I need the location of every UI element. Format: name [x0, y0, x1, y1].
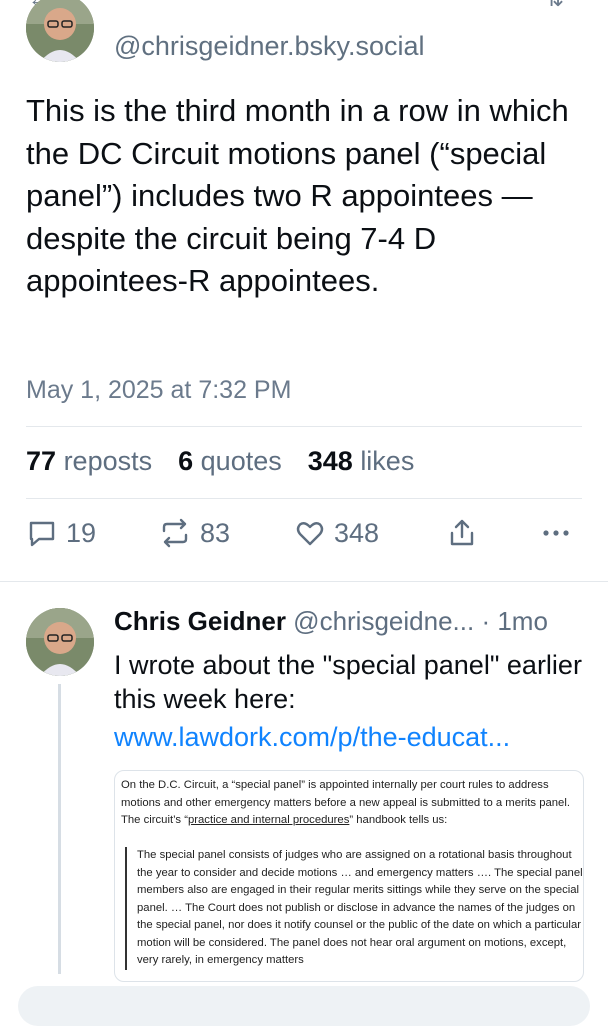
repost-icon	[162, 518, 188, 548]
thread-line	[58, 684, 61, 974]
reply-composer-bar[interactable]	[18, 986, 590, 1026]
avatar-photo-icon	[26, 608, 94, 676]
divider	[26, 426, 582, 427]
likes-label: likes	[360, 446, 415, 476]
reply-header: Chris Geidner @chrisgeidne... · 1mo	[114, 606, 548, 637]
reposts-stat[interactable]: 77 reposts	[26, 446, 152, 477]
quotes-label: quotes	[200, 446, 282, 476]
post-body-text: This is the third month in a row in whic…	[26, 93, 569, 298]
share-icon	[450, 519, 474, 546]
embed-blockquote: The special panel consists of judges who…	[125, 847, 583, 970]
section-separator	[0, 581, 608, 582]
post-actions-bar: 19 83 348	[26, 517, 582, 561]
reply-author-handle[interactable]: @chrisgeidne...	[293, 606, 474, 636]
repost-button[interactable]: 83	[158, 517, 230, 549]
share-button[interactable]	[446, 517, 478, 549]
post-author-handle[interactable]: @chrisgeidner.bsky.social	[114, 31, 425, 62]
likes-stat[interactable]: 348 likes	[308, 446, 415, 477]
avatar-photo-icon	[26, 0, 94, 62]
reply-button[interactable]: 19	[26, 517, 96, 549]
more-icon	[543, 530, 569, 536]
embed-paragraph: On the D.C. Circuit, a “special panel” i…	[121, 777, 577, 830]
like-icon	[296, 522, 324, 546]
link-preview-card[interactable]: On the D.C. Circuit, a “special panel” i…	[114, 770, 584, 982]
post-timestamp: May 1, 2025 at 7:32 PM	[26, 376, 292, 404]
reply-link[interactable]: www.lawdork.com/p/the-educat...	[114, 722, 510, 753]
divider	[26, 498, 582, 499]
quotes-count: 6	[178, 446, 194, 476]
like-count: 348	[334, 517, 380, 548]
embed-text-after: ” handbook tells us:	[349, 814, 448, 826]
more-options-button[interactable]	[540, 517, 572, 549]
reply-author-name[interactable]: Chris Geidner	[114, 606, 286, 636]
avatar[interactable]	[26, 0, 94, 62]
filter-icon[interactable]: ⇅	[546, 0, 564, 8]
reply-time: · 1mo	[481, 606, 548, 636]
post-stats: 77 reposts 6 quotes 348 likes	[26, 446, 414, 477]
repost-count: 83	[200, 517, 231, 548]
quotes-stat[interactable]: 6 quotes	[178, 446, 282, 477]
embed-inline-link: practice and internal procedures	[187, 814, 350, 826]
like-button[interactable]: 348	[294, 517, 379, 549]
avatar[interactable]	[26, 608, 94, 676]
reply-count: 19	[66, 517, 97, 548]
likes-count: 348	[307, 446, 353, 476]
top-bar-remnant: ← ⇅	[0, 0, 608, 8]
reposts-count: 77	[26, 446, 57, 476]
reposts-label: reposts	[63, 446, 153, 476]
reply-icon	[29, 521, 55, 547]
reply-body-text: I wrote about the "special panel" earlie…	[114, 650, 582, 714]
